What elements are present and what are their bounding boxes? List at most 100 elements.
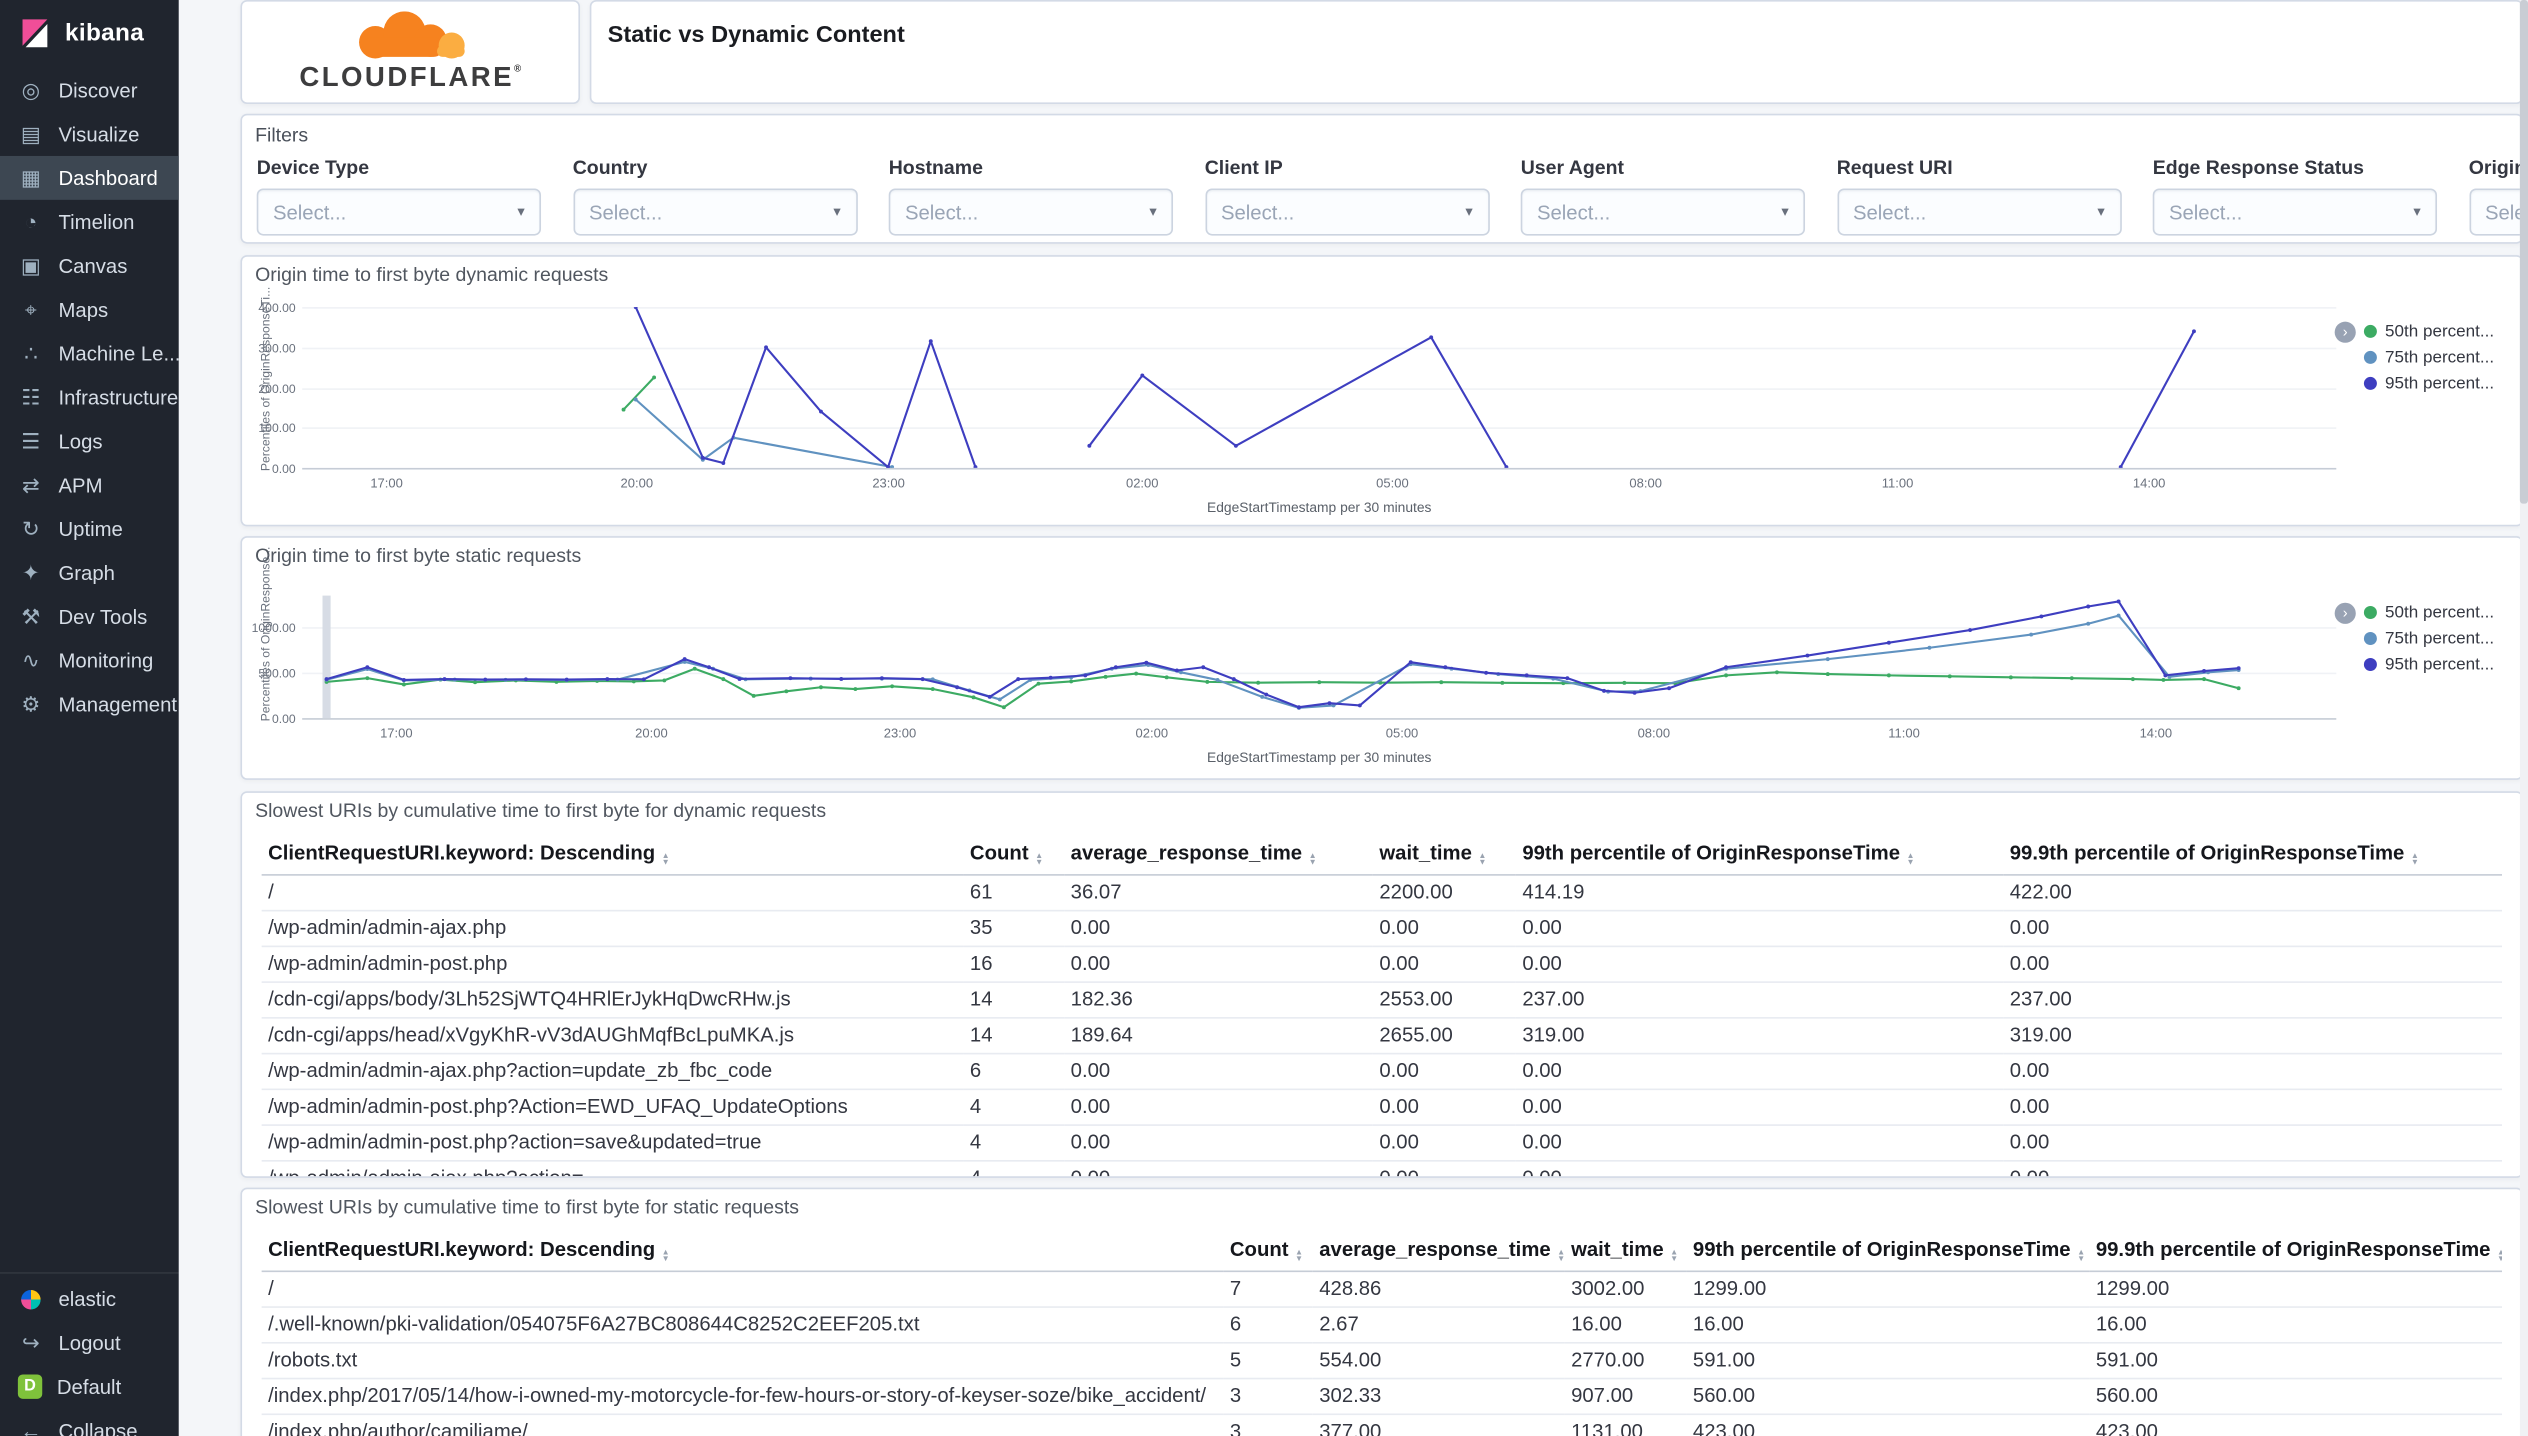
column-header-99th-percentile-of-originresponsetime[interactable]: 99th percentile of OriginResponseTime ▲ ▼ — [1686, 1231, 2090, 1273]
column-header-average-response-time[interactable]: average_response_time ▲ ▼ — [1064, 835, 1373, 876]
column-header-clientrequesturi-keyword-descending[interactable]: ClientRequestURI.keyword: Descending ▲ ▼ — [261, 835, 964, 876]
sidebar-item-logout[interactable]: ↪ Logout — [0, 1321, 179, 1365]
legend-toggle-button[interactable]: › — [2334, 602, 2356, 624]
sidebar-item-logs[interactable]: ☰ Logs — [0, 419, 179, 463]
value-cell: 3002.00 — [1564, 1271, 1687, 1308]
dynamic-ttfb-chart-panel: Origin time to first byte dynamic reques… — [240, 255, 2524, 527]
sidebar-item-visualize[interactable]: ▤ Visualize — [0, 112, 179, 156]
column-header-99-9th-percentile-of-originresponsetime[interactable]: 99.9th percentile of OriginResponseTime ▲… — [2003, 835, 2503, 876]
legend-item[interactable]: 50th percent... — [2363, 603, 2494, 622]
column-header-label: 99th percentile of OriginResponseTime — [1522, 841, 1901, 865]
column-header-wait-time[interactable]: wait_time ▲ ▼ — [1372, 835, 1516, 876]
x-tick-label: 05:00 — [1385, 726, 1419, 741]
select-placeholder: Select... — [2168, 200, 2243, 224]
scrollbar-thumb[interactable] — [2519, 0, 2528, 504]
sidebar-item-label: Logs — [58, 429, 103, 453]
hostname-select[interactable]: Select... ▾ — [888, 188, 1174, 236]
filter-label: Device Type — [256, 155, 370, 179]
column-header-99th-percentile-of-originresponsetime[interactable]: 99th percentile of OriginResponseTime ▲ ▼ — [1515, 835, 2004, 876]
uri-cell: /index.php/2017/05/14/how-i-owned-my-mot… — [261, 1378, 1224, 1416]
sidebar-item-dashboard[interactable]: ▦ Dashboard — [0, 155, 179, 200]
value-cell: 377.00 — [1312, 1414, 1565, 1436]
sidebar-item-graph[interactable]: ✦ Graph — [0, 551, 179, 595]
sidebar-item-collapse[interactable]: ← Collapse — [0, 1409, 179, 1436]
x-tick-label: 20:00 — [620, 476, 654, 491]
sidebar-item-dev-tools[interactable]: ⚒ Dev Tools — [0, 595, 179, 639]
x-tick-label: 02:00 — [1125, 476, 1159, 491]
legend-color-dot — [2363, 324, 2377, 338]
legend-item[interactable]: 75th percent... — [2363, 348, 2494, 367]
table-row: /61 36.07 2200.00 414.19 422.00 — [261, 874, 2503, 912]
value-cell: 2.67 — [1312, 1307, 1565, 1344]
sidebar-item-discover[interactable]: ◎ Discover — [0, 68, 179, 112]
kibana-logo-icon — [22, 18, 48, 47]
chevron-down-icon: ▾ — [517, 203, 525, 220]
chevron-down-icon: ▾ — [2097, 203, 2105, 220]
value-cell: 16.00 — [2089, 1307, 2503, 1344]
sidebar-item-elastic[interactable]: elastic — [0, 1277, 179, 1321]
legend-color-dot — [2363, 632, 2377, 645]
sidebar-item-default[interactable]: D Default — [0, 1365, 179, 1409]
logout-icon: ↪ — [22, 1329, 40, 1355]
y-tick-label: 500.00 — [258, 666, 296, 681]
y-tick-label: 100.00 — [258, 421, 296, 436]
column-header-99-9th-percentile-of-originresponsetime[interactable]: 99.9th percentile of OriginResponseTime ▲… — [2089, 1231, 2503, 1273]
sort-carets-icon: ▲▼ — [1295, 1249, 1303, 1264]
legend-item[interactable]: 50th percent... — [2363, 322, 2494, 341]
page-scrollbar[interactable] — [2519, 0, 2528, 1436]
kibana-logo-text: kibana — [64, 18, 145, 47]
country-select[interactable]: Select... ▾ — [572, 188, 858, 236]
origin-response-status-select[interactable]: Select...▾ — [2468, 188, 2522, 236]
legend-item[interactable]: 95th percent... — [2363, 374, 2494, 393]
sort-desc-icon: ▼ — [1906, 857, 1915, 868]
sidebar-item-machine-le[interactable]: ∴ Machine Le... — [0, 331, 180, 375]
sidebar-item-maps[interactable]: ⌖ Maps — [0, 288, 179, 332]
sidebar-nav: ◎ Discover ▤ Visualize ▦ Dashboard ◔ Timelion ▣ C… — [0, 68, 180, 726]
value-cell: 0.00 — [1372, 1053, 1516, 1091]
value-cell: 0.00 — [1372, 1089, 1516, 1126]
filter-label: Request URI — [1836, 155, 1953, 179]
sidebar-item-uptime[interactable]: ↻ Uptime — [0, 507, 179, 551]
sidebar-item-label: Uptime — [58, 517, 123, 541]
cloudflare-logo-panel: CLOUDFLARE® — [240, 0, 581, 104]
column-header-clientrequesturi-keyword-descending[interactable]: ClientRequestURI.keyword: Descending ▲ ▼ — [261, 1231, 1224, 1273]
chart-plot — [621, 307, 2196, 468]
sidebar-item-infrastructure[interactable]: ☷ Infrastructure — [0, 375, 179, 419]
device-type-select[interactable]: Select... ▾ — [256, 188, 542, 236]
cloudflare-wordmark: CLOUDFLARE® — [299, 60, 522, 92]
kibana-logo[interactable]: kibana — [0, 0, 179, 65]
sidebar-item-label: Timelion — [58, 210, 135, 234]
client-ip-select[interactable]: Select... ▾ — [1204, 188, 1490, 236]
legend-toggle-button[interactable]: › — [2334, 321, 2356, 343]
kibana-dashboard-screen: kibana ◎ Discover ▤ Visualize ▦ Dashboard ◔ Tim… — [0, 0, 2528, 1436]
legend-item[interactable]: 75th percent... — [2363, 629, 2494, 648]
filter-hostname: Hostname Select... ▾ — [888, 156, 1174, 236]
legend-label: 95th percent... — [2385, 654, 2495, 675]
collapse-icon: ← — [20, 1418, 42, 1436]
value-cell: 591.00 — [1686, 1342, 2090, 1380]
select-placeholder: Select... — [904, 200, 979, 224]
value-cell: 0.00 — [1372, 946, 1516, 983]
filter-origin-response-status: Origin Response Status Select...▾ — [2468, 156, 2522, 236]
chevron-down-icon: ▾ — [833, 203, 841, 220]
data-table: ClientRequestURI.keyword: Descending ▲ ▼ Co… — [261, 835, 2503, 1177]
elastic-logo-icon — [18, 1286, 44, 1312]
edge-response-status-select[interactable]: Select... ▾ — [2152, 188, 2438, 236]
legend-item[interactable]: 95th percent... — [2363, 654, 2495, 675]
user-agent-select[interactable]: Select... ▾ — [1520, 188, 1806, 236]
sidebar-item-management[interactable]: ⚙ Management — [0, 682, 179, 726]
column-header-average-response-time[interactable]: average_response_time ▲ ▼ — [1312, 1231, 1565, 1273]
sidebar-item-apm[interactable]: ⇄ APM — [0, 463, 179, 507]
sidebar-item-timelion[interactable]: ◔ Timelion — [0, 200, 179, 244]
visualize-icon: ▤ — [20, 121, 41, 146]
maps-icon: ⌖ — [24, 296, 37, 321]
sidebar-item-label: Dev Tools — [58, 605, 148, 628]
y-tick-label: 400.00 — [258, 300, 296, 316]
registered-mark: ® — [513, 64, 522, 74]
column-header-count[interactable]: Count ▲ ▼ — [1223, 1231, 1313, 1273]
sidebar-item-canvas[interactable]: ▣ Canvas — [0, 244, 179, 288]
column-header-count[interactable]: Count ▲ ▼ — [963, 835, 1065, 876]
sidebar-item-monitoring[interactable]: ∿ Monitoring — [0, 638, 179, 682]
column-header-wait-time[interactable]: wait_time ▲ ▼ — [1564, 1231, 1687, 1273]
request-uri-select[interactable]: Select... ▾ — [1836, 188, 2122, 236]
